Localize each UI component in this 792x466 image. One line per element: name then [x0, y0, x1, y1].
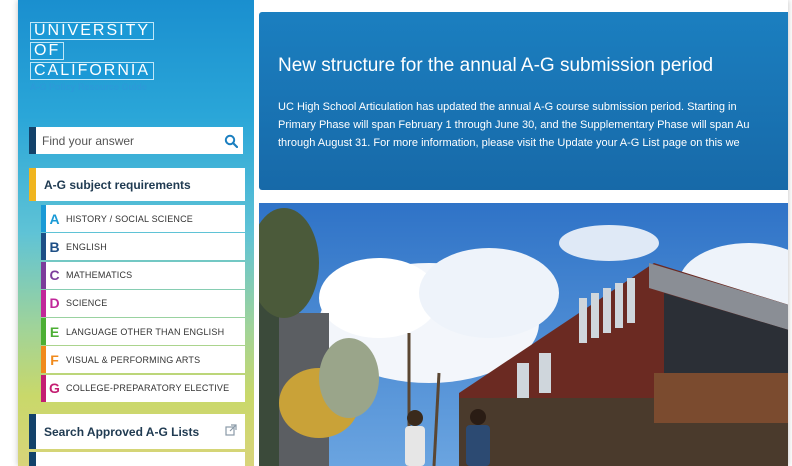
- search-icon[interactable]: [219, 134, 243, 148]
- ag-subject-letter: A: [49, 210, 60, 227]
- ag-subject-label: ENGLISH: [66, 241, 107, 252]
- ag-subject-label: COLLEGE-PREPARATORY ELECTIVE: [66, 383, 230, 394]
- announcement-banner: New structure for the annual A-G submiss…: [259, 12, 788, 190]
- ag-subject-letter: F: [50, 351, 59, 368]
- ag-subject-item-a[interactable]: A HISTORY / SOCIAL SCIENCE: [41, 205, 245, 232]
- banner-body: UC High School Articulation has updated …: [278, 101, 750, 149]
- ag-subject-item-f[interactable]: F VISUAL & PERFORMING ARTS: [41, 346, 245, 374]
- ag-subject-item-b[interactable]: B ENGLISH: [41, 233, 245, 261]
- logo-subtitle: A-G Policy Resource Guide: [30, 82, 148, 92]
- ag-subject-item-c[interactable]: C MATHEMATICS: [41, 261, 245, 289]
- uc-logo[interactable]: UNIVERSITY OF CALIFORNIA A-G Policy Reso…: [30, 22, 155, 92]
- ag-subject-letter: D: [49, 295, 60, 312]
- ag-subject-label: VISUAL & PERFORMING ARTS: [66, 354, 201, 365]
- ag-subject-label: SCIENCE: [66, 298, 108, 309]
- ag-subject-letter: C: [49, 267, 60, 284]
- ag-subject-label: LANGUAGE OTHER THAN ENGLISH: [66, 326, 225, 337]
- ag-subject-label: MATHEMATICS: [66, 270, 133, 281]
- sidebar: UNIVERSITY OF CALIFORNIA A-G Policy Reso…: [18, 0, 254, 466]
- logo-line-university: UNIVERSITY: [30, 22, 155, 40]
- logo-line-of: OF: [30, 42, 65, 60]
- logo-line-california: CALIFORNIA: [30, 62, 155, 80]
- campus-photo: [259, 203, 788, 466]
- external-link-icon: [225, 424, 237, 439]
- banner-title: New structure for the annual A-G submiss…: [278, 55, 714, 76]
- ag-subject-item-e[interactable]: E LANGUAGE OTHER THAN ENGLISH: [41, 318, 245, 346]
- search-approved-lists-button[interactable]: Search Approved A-G Lists: [29, 414, 245, 449]
- search-input[interactable]: [36, 133, 219, 148]
- ag-subject-label: HISTORY / SOCIAL SCIENCE: [66, 213, 194, 224]
- search-approved-lists-label: Search Approved A-G Lists: [44, 424, 200, 439]
- ag-subject-letter: G: [49, 380, 60, 397]
- sidebar-next-item[interactable]: [29, 452, 245, 466]
- ag-subject-list: A HISTORY / SOCIAL SCIENCE B ENGLISH C MATHEM…: [41, 205, 245, 403]
- ag-subject-requirements-heading[interactable]: A-G subject requirements: [29, 168, 245, 201]
- ag-subject-letter: B: [49, 238, 60, 255]
- ag-subject-item-g[interactable]: G COLLEGE-PREPARATORY ELECTIVE: [41, 374, 245, 402]
- ag-subject-letter: E: [49, 323, 60, 340]
- ag-subject-requirements-label: A-G subject requirements: [44, 177, 191, 192]
- search-box: [29, 127, 243, 154]
- page-frame: UNIVERSITY OF CALIFORNIA A-G Policy Reso…: [18, 0, 788, 466]
- ag-subject-item-d[interactable]: D SCIENCE: [41, 289, 245, 317]
